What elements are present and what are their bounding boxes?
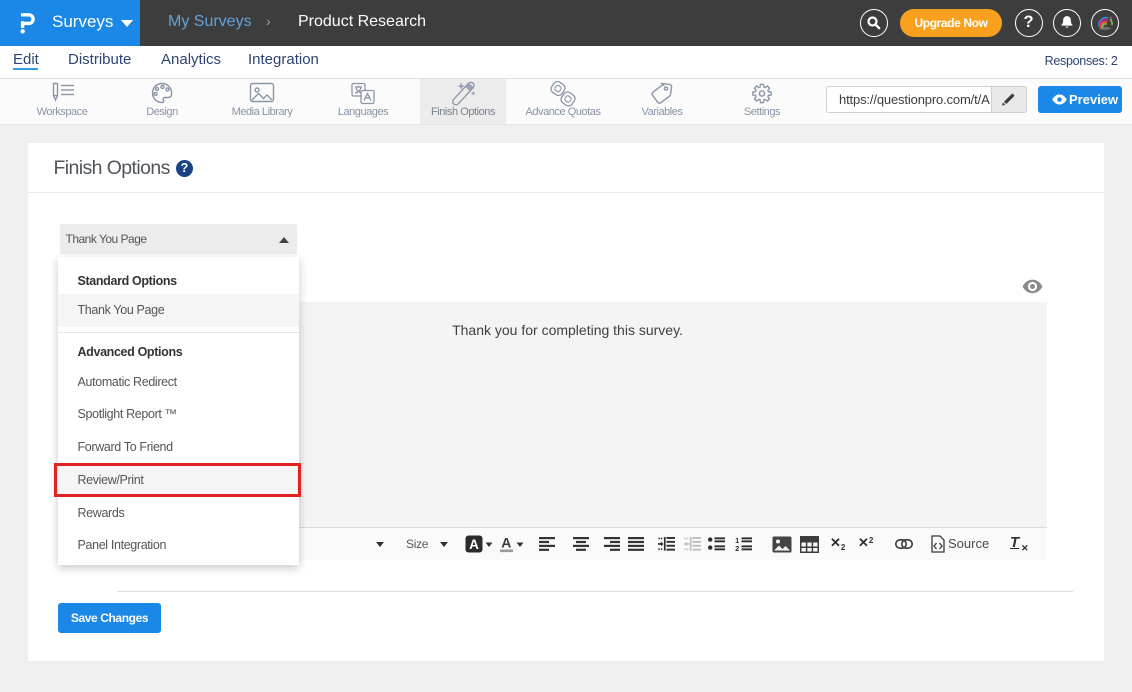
svg-text:A: A [469,537,479,552]
svg-text:A: A [501,535,511,551]
svg-text:2: 2 [735,544,739,551]
